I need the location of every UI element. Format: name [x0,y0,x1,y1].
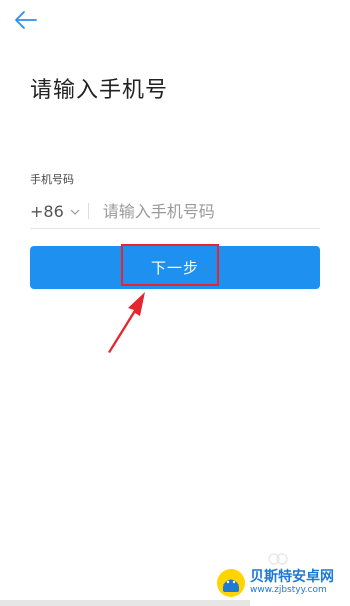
phone-field-label: 手机号码 [30,173,74,186]
watermark-url: www.zjbstyy.com [250,584,327,595]
watermark: 贝斯特安卓网 www.zjbstyy.com [216,564,346,602]
android-logo-icon [217,569,245,597]
watermark-name: 贝斯特安卓网 [250,569,334,586]
country-code-selector[interactable]: +86 [30,194,80,228]
page-title: 请输入手机号 [30,78,169,103]
arrow-left-icon [15,11,37,29]
back-button[interactable] [10,6,42,34]
input-divider [87,203,89,219]
bottom-bar [0,600,250,606]
phone-number-input[interactable] [102,201,303,221]
annotation-arrow-icon [108,292,145,353]
chevron-down-icon [70,209,80,216]
phone-input-row: +86 [30,194,320,229]
country-code-value: +86 [30,201,64,221]
next-step-button[interactable]: 下一步 [30,246,320,289]
next-step-label: 下一步 [150,259,199,277]
